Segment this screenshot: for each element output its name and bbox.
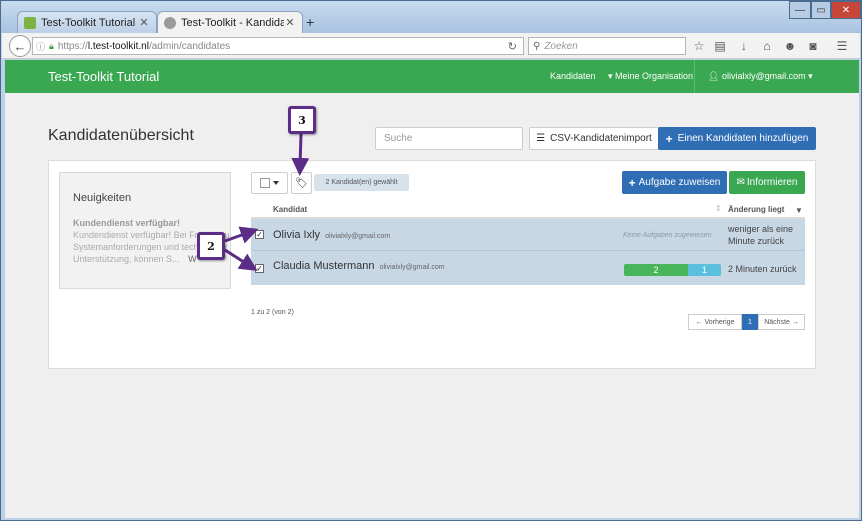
nav-divider (694, 60, 695, 93)
select-all-dropdown[interactable] (251, 172, 288, 194)
plus-icon: + (665, 131, 673, 146)
pagination: ← Vorherige 1 Nächste → (688, 314, 805, 330)
chevron-down-icon (273, 181, 279, 185)
back-arrow-icon[interactable]: ← (9, 35, 31, 57)
csv-import-button[interactable]: ☰ CSV-Kandidatenimport (529, 127, 659, 150)
changed-time: weniger als eine Minute zurück (728, 224, 794, 246)
download-icon[interactable]: ↓ (736, 37, 752, 55)
url-path: /admin/candidates (148, 40, 231, 52)
sort-icon[interactable]: ⇕ (715, 204, 722, 213)
result-count: 1 zu 2 (von 2) (251, 309, 294, 316)
pagination-prev-button[interactable]: ← Vorherige (688, 314, 742, 330)
browser-toolbar: ← ⓘ 🔒︎ https://l.test-toolkit.nl/admin/c… (2, 33, 860, 59)
plus-icon: + (628, 175, 636, 190)
browser-tab-tutorial[interactable]: Test-Toolkit Tutorial > Ixly ✕ (17, 11, 157, 33)
star-icon[interactable]: ☆ (691, 37, 707, 55)
table-row[interactable]: ✓ Claudia Mustermann olivialxly@gmail.co… (251, 251, 805, 285)
close-tab-icon[interactable]: ✕ (284, 16, 296, 29)
table-row[interactable]: ✓ Olivia Ixly olivialxly@gmail.com Keine… (251, 219, 805, 251)
callout-badge-3: 3 (288, 106, 316, 134)
address-bar[interactable]: ⓘ 🔒︎ https://l.test-toolkit.nl/admin/can… (32, 37, 524, 55)
browser-tab-candidates[interactable]: Test-Toolkit - Kandidatenü... ✕ (157, 11, 303, 33)
lock-icon: 🔒︎ (49, 40, 54, 51)
maximize-button[interactable]: ▭ (811, 1, 831, 19)
assign-task-label: Aufgabe zuweisen (638, 177, 721, 188)
reading-list-icon[interactable]: ▤ (712, 37, 728, 55)
candidate-name[interactable]: Claudia Mustermann olivialxly@gmail.com (273, 260, 445, 272)
info-icon[interactable]: ⓘ (36, 40, 45, 53)
sort-desc-icon[interactable]: ▼ (795, 206, 803, 215)
column-header-candidate[interactable]: Kandidat (273, 205, 307, 214)
envelope-icon: ✉ (736, 177, 745, 188)
pagination-page-button[interactable]: 1 (742, 314, 758, 330)
app-content: Test-Toolkit Tutorial Kandidaten ▾ Meine… (5, 60, 859, 518)
brand-link[interactable]: Test-Toolkit Tutorial (48, 69, 159, 84)
browser-search-input[interactable]: ⚲ Zoeken (528, 37, 686, 55)
nav-candidates[interactable]: Kandidaten (550, 71, 596, 81)
top-navbar: Test-Toolkit Tutorial Kandidaten ▾ Meine… (5, 60, 859, 93)
search-placeholder: Zoeken (544, 40, 578, 52)
csv-import-label: CSV-Kandidatenimport (550, 133, 652, 144)
selected-count-badge: 2 Kandidat(en) gewählt (314, 174, 409, 191)
pocket-icon[interactable]: ◙ (805, 37, 821, 55)
row-checkbox[interactable]: ✓ (255, 264, 264, 273)
inform-button[interactable]: ✉ Informieren (729, 171, 805, 194)
close-window-button[interactable]: ✕ (831, 1, 861, 19)
reload-icon[interactable]: ↻ (508, 40, 517, 53)
list-icon: ☰ (536, 133, 546, 144)
chat-icon[interactable]: ☻ (782, 37, 798, 55)
user-icon: 👤︎ (708, 71, 720, 81)
search-icon: ⚲ (533, 40, 541, 52)
candidate-email: olivialxly@gmail.com (325, 233, 391, 240)
tag-icon: 🏷︎ (295, 177, 308, 189)
ixly-favicon-icon (24, 16, 36, 29)
candidate-search-input[interactable] (375, 127, 523, 150)
no-tasks-text: Keine Aufgaben zugewiesen (623, 232, 712, 239)
title-bar: Test-Toolkit Tutorial > Ixly ✕ Test-Tool… (1, 1, 861, 33)
assign-task-button[interactable]: + Aufgabe zuweisen (622, 171, 727, 194)
menu-icon[interactable]: ☰ (834, 37, 850, 55)
select-all-checkbox[interactable] (260, 178, 270, 188)
news-headline: Kundendienst verfügbar! (73, 218, 181, 228)
home-icon[interactable]: ⌂ (759, 37, 775, 55)
candidate-name-text: Claudia Mustermann (273, 260, 375, 272)
progress-done: 2 (624, 264, 689, 276)
progress-open: 1 (688, 264, 721, 276)
news-more-link[interactable]: W (188, 254, 197, 264)
tab-label: Test-Toolkit Tutorial > Ixly (41, 16, 138, 29)
page-title: Kandidatenübersicht (48, 127, 194, 144)
candidate-name-text: Olivia Ixly (273, 229, 321, 241)
add-candidate-button[interactable]: + Einen Kandidaten hinzufügen (658, 127, 816, 150)
nav-my-organisation[interactable]: ▾ Meine Organisation (608, 71, 693, 82)
url-host: l.test-toolkit.nl (87, 40, 149, 52)
news-title: Neuigkeiten (73, 192, 132, 204)
pagination-next-button[interactable]: Nächste → (758, 314, 805, 330)
close-tab-icon[interactable]: ✕ (138, 16, 150, 29)
task-progress-bar[interactable]: 2 1 (624, 264, 721, 276)
minimize-button[interactable]: — (789, 1, 811, 19)
candidate-email: olivialxly@gmail.com (379, 264, 445, 271)
user-email: olivialxly@gmail.com ▾ (721, 71, 813, 81)
tag-button[interactable]: 🏷︎ (291, 172, 312, 194)
new-tab-button[interactable]: + (306, 14, 314, 30)
url-scheme: https:// (57, 40, 88, 52)
inform-label: Informieren (746, 177, 798, 188)
tab-label: Test-Toolkit - Kandidatenü... (181, 16, 284, 29)
candidate-name[interactable]: Olivia Ixly olivialxly@gmail.com (273, 229, 390, 241)
browser-window: Test-Toolkit Tutorial > Ixly ✕ Test-Tool… (0, 0, 862, 521)
news-panel: Neuigkeiten Kundendienst verfügbar! Kund… (59, 172, 231, 289)
add-candidate-label: Einen Kandidaten hinzufügen (677, 133, 809, 144)
toolkit-favicon-icon (164, 16, 176, 29)
callout-badge-2: 2 (197, 232, 225, 260)
row-checkbox[interactable]: ✓ (255, 230, 264, 239)
changed-time: 2 Minuten zurück (728, 264, 797, 274)
nav-user-menu[interactable]: 👤︎ olivialxly@gmail.com ▾ (708, 71, 813, 82)
column-header-changed[interactable]: Änderung liegt (728, 205, 784, 214)
